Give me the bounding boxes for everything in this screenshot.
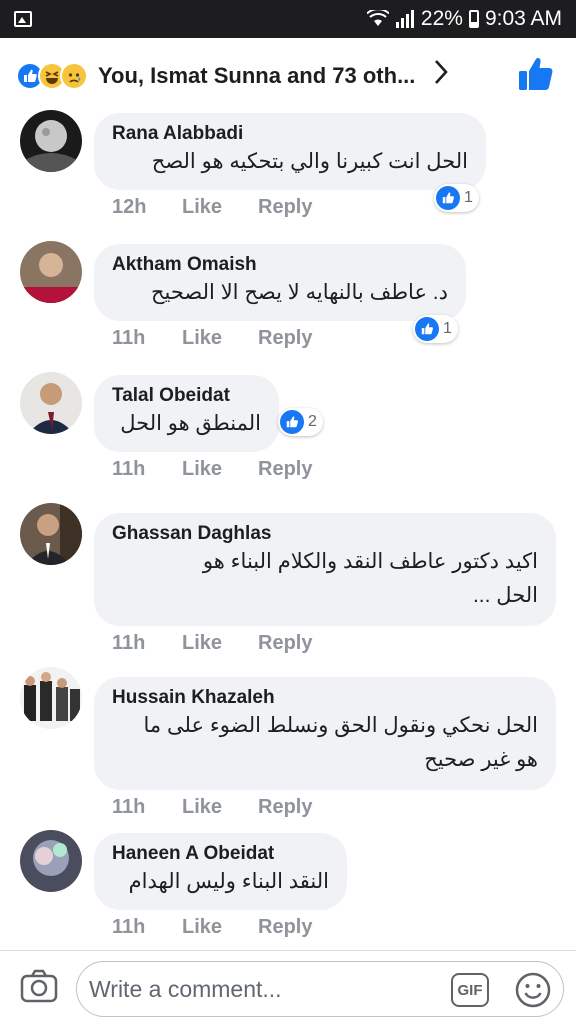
- avatar[interactable]: [20, 503, 82, 565]
- comment-bubble[interactable]: Rana Alabbadi الحل انت كبيرنا والي بتحكي…: [94, 113, 486, 190]
- comment-input-container[interactable]: GIF: [76, 961, 564, 1017]
- comments-screen: 22% 9:03 AM You, Ismat Sunna and 73 oth.…: [0, 0, 576, 1024]
- clock: 9:03 AM: [484, 7, 562, 30]
- reaction-count: 1: [464, 189, 473, 206]
- avatar[interactable]: [20, 830, 82, 892]
- comment-text: د. عاطف بالنهايه لا يصح الا الصحيح: [150, 281, 448, 304]
- comment-meta: 11h Like Reply: [112, 327, 312, 350]
- gallery-notification-icon: [14, 11, 32, 27]
- comment-timestamp: 11h: [112, 796, 146, 818]
- reaction-count-badge[interactable]: 1: [413, 315, 458, 343]
- comment-input[interactable]: [89, 972, 429, 1006]
- reaction-summary: [16, 62, 88, 90]
- comment-meta: 11h Like Reply: [112, 916, 312, 939]
- comment-item: Talal Obeidat المنطق هو الحل 2 11h Like …: [0, 372, 576, 492]
- comment-item: Aktham Omaish د. عاطف بالنهايه لا يصح ال…: [0, 241, 576, 361]
- reply-button[interactable]: Reply: [258, 196, 312, 219]
- comment-text-line: الحل ...: [472, 584, 538, 607]
- reaction-count-badge[interactable]: 2: [278, 408, 323, 436]
- reply-button[interactable]: Reply: [258, 458, 312, 481]
- comment-item: Rana Alabbadi الحل انت كبيرنا والي بتحكي…: [0, 110, 576, 230]
- reply-button[interactable]: Reply: [258, 632, 312, 655]
- comment-item: Haneen A Obeidat النقد البناء وليس الهدا…: [0, 830, 576, 950]
- avatar[interactable]: [20, 110, 82, 172]
- reply-button[interactable]: Reply: [258, 796, 312, 819]
- comment-bubble[interactable]: Talal Obeidat المنطق هو الحل: [94, 375, 279, 452]
- battery-percent: 22%: [420, 7, 463, 30]
- like-button[interactable]: Like: [182, 796, 258, 819]
- like-button[interactable]: Like: [182, 458, 258, 481]
- comment-timestamp: 11h: [112, 458, 146, 480]
- reaction-count: 2: [308, 413, 317, 430]
- comment-bubble[interactable]: Hussain Khazaleh الحل نحكي ونقول الحق ون…: [94, 677, 556, 790]
- comment-text-line: هو غير صحيح: [424, 748, 538, 771]
- avatar[interactable]: [20, 372, 82, 434]
- comment-timestamp: 11h: [112, 632, 146, 654]
- comment-item: Ghassan Daghlas اكيد دكتور عاطف النقد وا…: [0, 503, 576, 655]
- like-button[interactable]: Like: [182, 916, 258, 939]
- chevron-right-icon[interactable]: [433, 59, 449, 93]
- comment-meta: 11h Like Reply: [112, 796, 312, 819]
- reaction-count-badge[interactable]: 1: [434, 184, 479, 212]
- like-button[interactable]: Like: [182, 632, 258, 655]
- comment-composer: GIF: [0, 950, 576, 1024]
- signal-icon: [395, 10, 414, 28]
- comment-timestamp: 11h: [112, 327, 146, 349]
- comment-text-line: اكيد دكتور عاطف النقد والكلام البناء هو: [202, 550, 538, 573]
- like-post-button[interactable]: [518, 56, 554, 97]
- comment-author[interactable]: Talal Obeidat: [112, 385, 261, 407]
- reaction-count: 1: [443, 320, 452, 337]
- status-bar: 22% 9:03 AM: [0, 0, 576, 38]
- reply-button[interactable]: Reply: [258, 916, 312, 939]
- comment-timestamp: 12h: [112, 196, 147, 218]
- avatar[interactable]: [20, 241, 82, 303]
- comment-author[interactable]: Rana Alabbadi: [112, 123, 468, 145]
- comment-bubble[interactable]: Haneen A Obeidat النقد البناء وليس الهدا…: [94, 833, 347, 910]
- like-button[interactable]: Like: [182, 196, 258, 219]
- comment-meta: 12h Like Reply: [112, 196, 312, 219]
- emoji-icon[interactable]: [514, 971, 552, 1014]
- comment-bubble[interactable]: Ghassan Daghlas اكيد دكتور عاطف النقد وا…: [94, 513, 556, 626]
- like-icon: [280, 410, 304, 434]
- thumbs-up-icon: [519, 58, 553, 90]
- avatar[interactable]: [20, 667, 82, 729]
- comment-meta: 11h Like Reply: [112, 632, 312, 655]
- reactions-summary-text[interactable]: You, Ismat Sunna and 73 oth...: [98, 63, 415, 89]
- like-icon: [436, 186, 460, 210]
- comment-bubble[interactable]: Aktham Omaish د. عاطف بالنهايه لا يصح ال…: [94, 244, 466, 321]
- comment-author[interactable]: Aktham Omaish: [112, 254, 448, 276]
- comment-author[interactable]: Ghassan Daghlas: [112, 523, 538, 545]
- reactions-header[interactable]: You, Ismat Sunna and 73 oth...: [0, 38, 576, 114]
- comment-author[interactable]: Hussain Khazaleh: [112, 687, 538, 709]
- comment-item: Hussain Khazaleh الحل نحكي ونقول الحق ون…: [0, 667, 576, 819]
- comment-author[interactable]: Haneen A Obeidat: [112, 843, 329, 865]
- comment-text: الحل انت كبيرنا والي بتحكيه هو الصح: [151, 150, 468, 173]
- comment-meta: 11h Like Reply: [112, 458, 312, 481]
- comment-text: النقد البناء وليس الهدام: [128, 870, 329, 893]
- like-button[interactable]: Like: [182, 327, 258, 350]
- camera-icon[interactable]: [20, 969, 58, 1008]
- comment-timestamp: 11h: [112, 916, 146, 938]
- battery-icon: [468, 10, 479, 28]
- wifi-icon: [366, 10, 389, 26]
- sad-icon: [60, 62, 88, 90]
- comment-text-line: الحل نحكي ونقول الحق ونسلط الضوء على ما: [143, 714, 538, 737]
- like-icon: [415, 317, 439, 341]
- reply-button[interactable]: Reply: [258, 327, 312, 350]
- comment-text: المنطق هو الحل: [120, 412, 261, 435]
- gif-button[interactable]: GIF: [451, 973, 489, 1007]
